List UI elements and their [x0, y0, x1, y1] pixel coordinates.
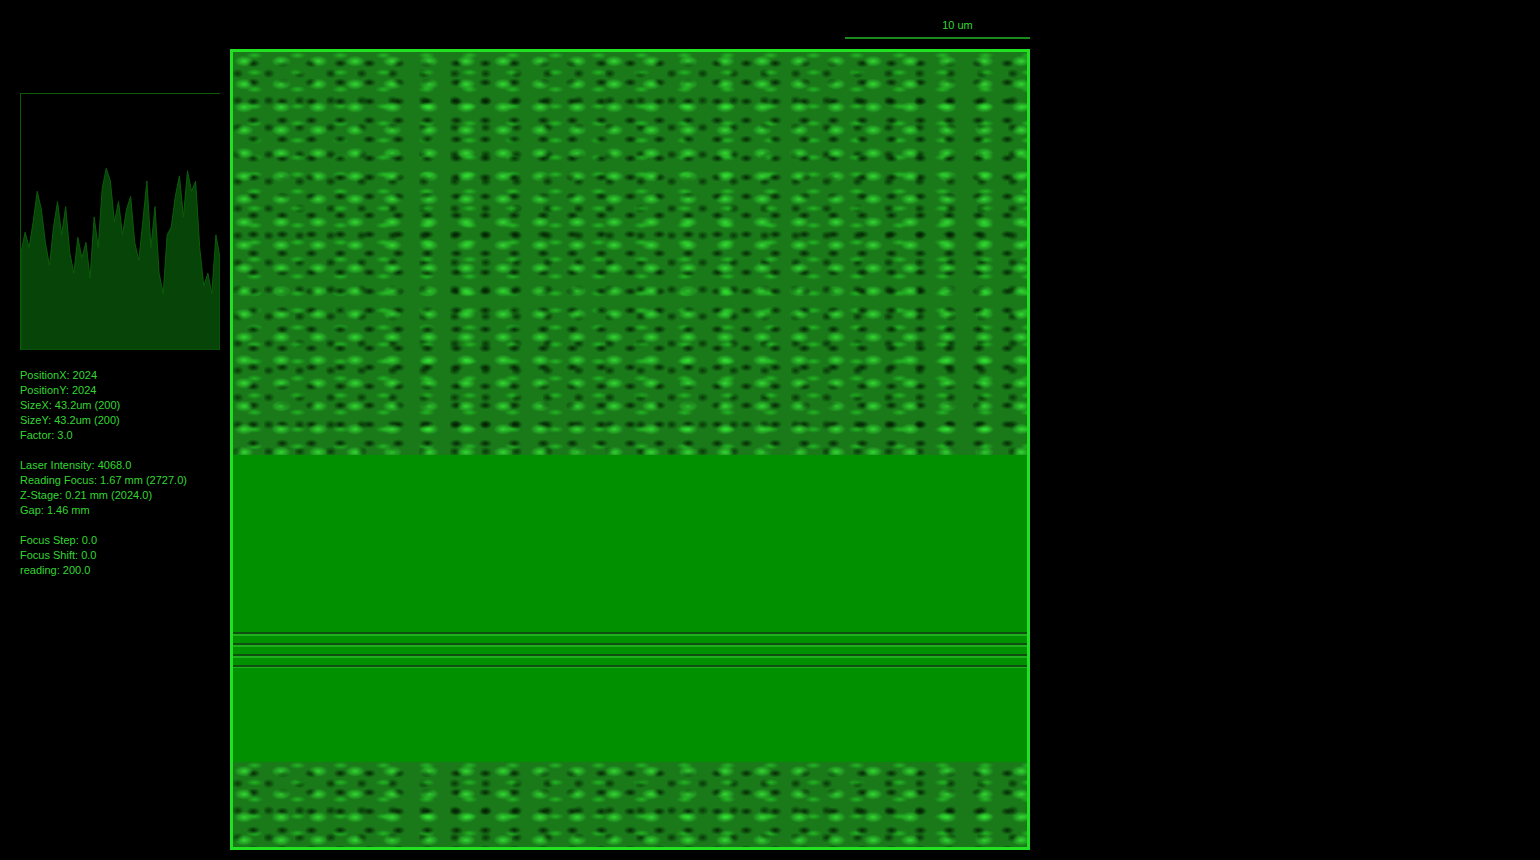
image-column: 10 um: [230, 0, 1030, 860]
info-group: Focus Step: 0.0Focus Shift: 0.0reading: …: [20, 533, 230, 578]
info-line: SizeY: 43.2um (200): [20, 413, 230, 428]
info-line: Focus Shift: 0.0: [20, 548, 230, 563]
info-group: Laser Intensity: 4068.0Reading Focus: 1.…: [20, 458, 230, 518]
info-line: Focus Step: 0.0: [20, 533, 230, 548]
info-line: reading: 200.0: [20, 563, 230, 578]
scan-band: [233, 668, 1027, 762]
info-line: PositionX: 2024: [20, 368, 230, 383]
info-line: PositionY: 2024: [20, 383, 230, 398]
info-line: Laser Intensity: 4068.0: [20, 458, 230, 473]
info-line: Z-Stage: 0.21 mm (2024.0): [20, 488, 230, 503]
info-line: Reading Focus: 1.67 mm (2727.0): [20, 473, 230, 488]
scan-band: [233, 455, 1027, 630]
scan-lines: [233, 630, 1027, 668]
scale-label: 10 um: [942, 18, 973, 32]
histogram-series: [21, 168, 220, 350]
scan-image[interactable]: [230, 49, 1030, 850]
info-line: Gap: 1.46 mm: [20, 503, 230, 518]
info-list: PositionX: 2024PositionY: 2024SizeX: 43.…: [20, 368, 230, 578]
scanner-window: PositionX: 2024PositionY: 2024SizeX: 43.…: [0, 0, 1540, 860]
scale-bar: 10 um: [845, 18, 1030, 39]
info-line: Factor: 3.0: [20, 428, 230, 443]
histogram-box: [20, 93, 220, 350]
info-panel: PositionX: 2024PositionY: 2024SizeX: 43.…: [0, 0, 230, 860]
info-group: PositionX: 2024PositionY: 2024SizeX: 43.…: [20, 368, 230, 443]
histogram-chart: [21, 94, 220, 350]
scale-line: [845, 37, 1030, 39]
image-header: 10 um: [230, 0, 1030, 49]
info-line: SizeX: 43.2um (200): [20, 398, 230, 413]
scan-texture: [233, 762, 1027, 847]
scan-texture: [233, 52, 1027, 455]
